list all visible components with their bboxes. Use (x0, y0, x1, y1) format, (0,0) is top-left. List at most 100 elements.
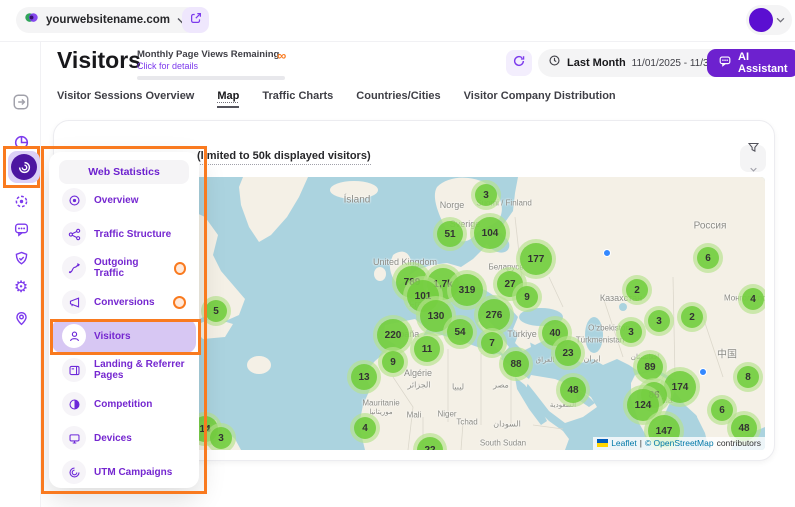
map-cluster[interactable]: 8 (733, 362, 763, 392)
menu-item-label: Conversions (94, 297, 155, 308)
ukraine-flag-icon (597, 439, 608, 447)
visitor-marker[interactable] (699, 368, 707, 376)
page-title: Visitors (57, 47, 141, 74)
menu-header: Web Statistics (59, 160, 189, 184)
tab-map[interactable]: Map (217, 90, 239, 111)
competition-icon (62, 392, 86, 416)
refresh-button[interactable] (506, 50, 532, 76)
map-label: Tchad (456, 418, 477, 427)
map-cluster[interactable]: 9 (378, 347, 408, 377)
attribution-suffix: contributors (717, 438, 761, 448)
map-label: Mauritanie (362, 399, 399, 408)
site-selector[interactable]: yourwebsitename.com (16, 7, 199, 33)
user-avatar (749, 8, 773, 32)
chevron-down-icon (776, 17, 785, 23)
tab-traffic-charts[interactable]: Traffic Charts (262, 90, 333, 111)
quota-widget: Monthly Page Views Remaining Click for d… (137, 49, 287, 80)
web-statistics-rail-item[interactable] (8, 151, 40, 183)
quota-details-link[interactable]: Click for details (137, 61, 287, 71)
chat-icon[interactable] (12, 220, 30, 238)
map-cluster[interactable]: 5 (201, 296, 231, 326)
map-label: Mali (407, 411, 422, 420)
map-cluster[interactable]: 11 (410, 332, 444, 366)
refresh-icon (512, 54, 526, 73)
menu-item-label: Overview (94, 195, 138, 206)
map-cluster[interactable]: 54 (443, 315, 477, 349)
settings-gear-icon[interactable]: ⚙ (12, 279, 30, 297)
menu-item-landing-referrer-pages[interactable]: Landing & Referrer Pages (52, 353, 196, 387)
map-cluster[interactable]: 4 (350, 413, 380, 443)
menu-item-traffic-structure[interactable]: Traffic Structure (52, 217, 196, 251)
menu-item-label: Competition (94, 399, 152, 410)
menu-item-devices[interactable]: Devices (52, 421, 196, 455)
visitor-marker[interactable] (603, 249, 611, 257)
map-cluster[interactable]: 2 (677, 302, 707, 332)
quota-label: Monthly Page Views Remaining (137, 49, 287, 60)
map-label: Ísland (344, 195, 371, 206)
menu-item-overview[interactable]: Overview (52, 183, 196, 217)
traffic-structure-icon (62, 222, 86, 246)
map-cluster[interactable]: 4 (738, 284, 765, 314)
map-cluster[interactable]: 6 (693, 243, 723, 273)
map-cluster[interactable]: 48 (556, 373, 590, 407)
map-cluster[interactable]: 51 (433, 217, 467, 251)
leaflet-link[interactable]: Leaflet (611, 438, 637, 448)
location-pin-icon[interactable] (12, 309, 30, 327)
map-label: Algérie (404, 368, 432, 378)
menu-item-competition[interactable]: Competition (52, 387, 196, 421)
menu-item-utm-campaigns[interactable]: UTM Campaigns (52, 455, 196, 489)
chevron-down-icon (750, 159, 757, 177)
map-cluster[interactable]: 13 (347, 360, 381, 394)
menu-item-outgoing-traffic[interactable]: Outgoing Traffic (52, 251, 196, 285)
map-cluster[interactable]: 88 (499, 347, 533, 381)
outgoing-traffic-icon (62, 256, 86, 280)
overview-icon (62, 188, 86, 212)
menu-item-conversions[interactable]: Conversions (52, 285, 196, 319)
map-label: Россия (694, 221, 727, 232)
tab-countries-cities[interactable]: Countries/Cities (356, 90, 440, 111)
map-label: South Sudan (480, 439, 526, 448)
external-link-icon (189, 11, 203, 30)
map-cluster[interactable]: 23 (551, 336, 585, 370)
map-cluster[interactable]: 3 (644, 306, 674, 336)
map-cluster[interactable]: 104 (470, 213, 510, 253)
map-cluster[interactable]: 9 (512, 282, 542, 312)
topbar: yourwebsitename.com (0, 0, 795, 42)
tab-visitor-sessions-overview[interactable]: Visitor Sessions Overview (57, 90, 194, 111)
notification-badge (173, 296, 186, 309)
collapse-sidebar-icon[interactable] (12, 93, 30, 111)
clock-icon (548, 54, 561, 72)
menu-item-visitors[interactable]: Visitors (52, 319, 196, 353)
map-cluster[interactable]: 2 (622, 275, 652, 305)
map-cluster[interactable]: 3 (471, 180, 501, 210)
web-statistics-menu: Web Statistics Overview Traffic Structure… (49, 152, 199, 488)
ai-assistant-label: AI Assistant (738, 51, 788, 75)
infinity-value: ∞ (277, 48, 286, 63)
map-label: 中国 (717, 346, 737, 361)
landing-referrer-icon (62, 358, 86, 382)
icon-rail (0, 41, 41, 507)
notification-badge (174, 262, 186, 275)
menu-item-label: Landing & Referrer Pages (94, 359, 196, 381)
site-logo-icon (24, 10, 39, 30)
map-label: Niger (437, 410, 456, 419)
web-statistics-icon (11, 154, 37, 180)
map-label: Norge (440, 200, 465, 210)
retargeting-icon[interactable] (12, 192, 30, 210)
user-menu[interactable] (746, 5, 792, 35)
filter-funnel-icon (747, 141, 760, 159)
date-preset-label: Last Month (567, 57, 626, 69)
attribution-separator: | (640, 438, 642, 448)
osm-link[interactable]: © OpenStreetMap (645, 438, 714, 448)
site-name: yourwebsitename.com (46, 14, 170, 26)
map-cluster[interactable]: 3 (206, 423, 236, 450)
map-filter-button[interactable] (740, 145, 766, 172)
tab-visitor-company-distribution[interactable]: Visitor Company Distribution (464, 90, 616, 111)
map-label: الجزائر (407, 381, 430, 390)
map-title: (limited to 50k displayed visitors) (197, 150, 371, 165)
shield-icon[interactable] (12, 249, 30, 267)
tabs: Visitor Sessions Overview Map Traffic Char… (57, 90, 616, 111)
map-cluster[interactable]: 3 (616, 317, 646, 347)
open-site-button[interactable] (182, 7, 209, 33)
ai-assistant-button[interactable]: AI Assistant (707, 49, 795, 77)
